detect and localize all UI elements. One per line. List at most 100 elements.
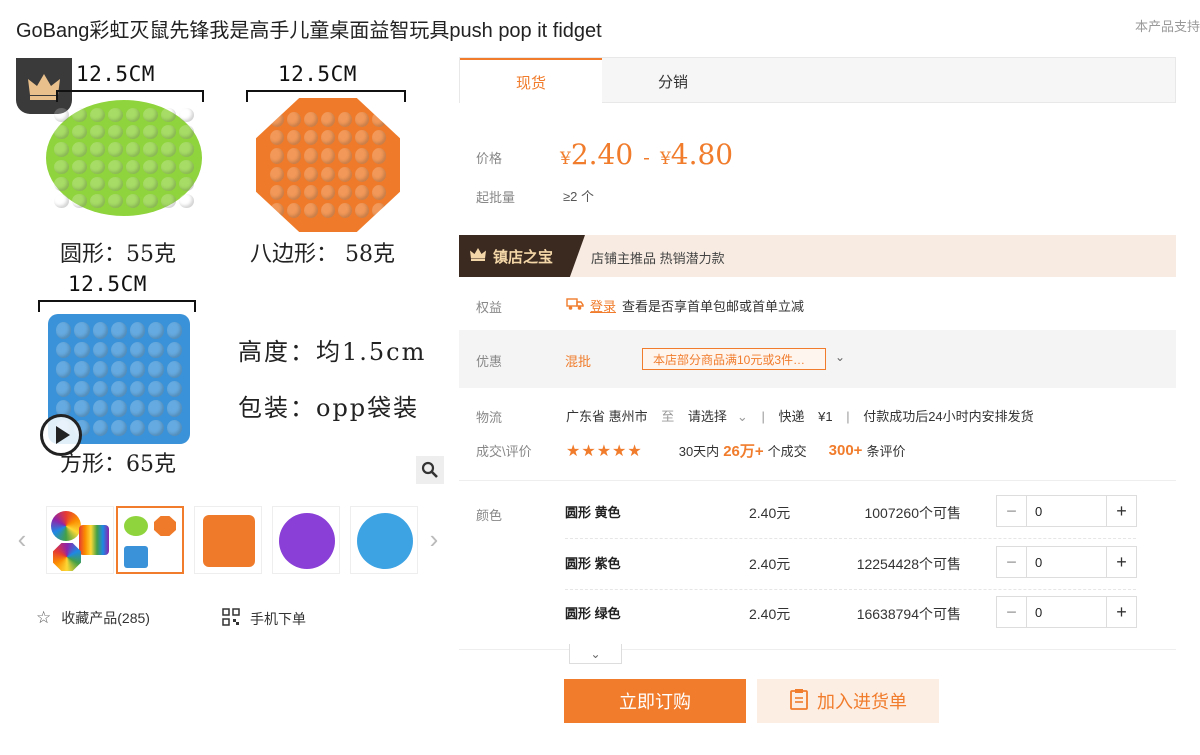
add-to-cart-button[interactable]: 加入进货单 (757, 679, 939, 723)
minus-icon[interactable]: − (997, 496, 1027, 526)
logistics-row: 广东省 惠州市 至 请选择 ⌄ | 快递 ¥1 | 付款成功后24小时内安排发货 (566, 409, 1034, 424)
sku-row: 圆形 绿色 2.40元 16638794个可售 − 0 + (459, 596, 1176, 654)
mobile-order-label: 手机下单 (250, 610, 306, 627)
minus-icon[interactable]: − (997, 547, 1027, 577)
quantity-stepper: − 0 + (996, 596, 1137, 628)
price-label: 价格 (476, 151, 503, 166)
deals-row: ★★★★★ 30天内 26万+ 个成交 300+ 条评价 (566, 440, 905, 461)
main-product-image[interactable]: 12.5CM 12.5CM 圆形：55克 八边形： 58克 12.5CM 高度：… (16, 58, 442, 486)
plus-icon[interactable]: + (1106, 547, 1136, 577)
login-link[interactable]: 登录 (590, 296, 616, 315)
moq-label: 起批量 (476, 190, 516, 205)
chevron-right-icon[interactable]: › (424, 524, 444, 554)
quantity-input[interactable]: 0 (1027, 496, 1106, 526)
benefit-label: 权益 (476, 300, 503, 315)
sku-price: 2.40元 (749, 606, 791, 622)
chevron-left-icon[interactable]: ‹ (12, 524, 32, 554)
round-weight-label: 圆形：55克 (60, 242, 176, 267)
ship-method: 快递 (778, 409, 805, 424)
star-outline-icon: ☆ (36, 608, 52, 627)
divider (459, 480, 1176, 481)
deals-label: 成交\评价 (476, 444, 532, 459)
sku-stock: 12254428个可售 (856, 556, 961, 572)
thumbnail-selected[interactable] (116, 506, 184, 574)
promo-row: 优惠 混批 本店部分商品满10元或3件… ⌄ (459, 330, 1176, 388)
review-suffix: 条评价 (866, 444, 906, 459)
chevron-down-icon[interactable]: ⌄ (737, 409, 748, 424)
clipboard-icon (789, 688, 809, 715)
thumbnail-strip: ‹ › (12, 506, 448, 576)
currency-symbol: ¥ (560, 149, 571, 169)
delivery-truck-icon (566, 297, 584, 314)
zoom-icon[interactable] (416, 456, 444, 484)
dimension-label: 12.5CM (68, 272, 147, 296)
sku-price: 2.40元 (749, 556, 791, 572)
promo-tag[interactable]: 本店部分商品满10元或3件… (642, 348, 826, 370)
deal-count-suffix: 个成交 (767, 444, 807, 459)
qr-code-icon (222, 608, 240, 629)
ship-note: 付款成功后24小时内安排发货 (863, 409, 1034, 424)
sku-stock: 1007260个可售 (864, 505, 961, 521)
height-label: 高度：均1.5cm (238, 338, 427, 366)
crown-icon (469, 246, 487, 266)
play-video-button[interactable] (40, 414, 82, 456)
quantity-stepper: − 0 + (996, 546, 1137, 578)
dimension-label: 12.5CM (278, 62, 357, 86)
treasure-badge-label: 镇店之宝 (493, 248, 554, 266)
square-weight-label: 方形：65克 (60, 452, 176, 477)
tab-distribution[interactable]: 分销 (602, 58, 744, 104)
plus-icon[interactable]: + (1106, 597, 1136, 627)
store-treasure-banner: 镇店之宝 店铺主推品 热销潜力款 (459, 235, 1176, 277)
review-count[interactable]: 300+ (829, 442, 863, 459)
thumbnail[interactable] (350, 506, 418, 574)
chevron-down-icon[interactable]: ⌄ (835, 350, 845, 364)
ship-fee: ¥1 (818, 409, 833, 424)
favorite-button[interactable]: ☆ 收藏产品(285) (36, 608, 150, 628)
destination-select[interactable]: 请选择 (688, 409, 727, 424)
octagon-weight-label: 八边形： 58克 (250, 242, 395, 267)
divider (565, 538, 1136, 539)
origin: 广东省 惠州市 (566, 409, 648, 424)
rating-stars-icon: ★★★★★ (566, 442, 643, 460)
expand-sku-button[interactable]: ⌄ (569, 644, 622, 664)
quantity-input[interactable]: 0 (1027, 597, 1106, 627)
round-toy-image (46, 100, 202, 216)
tab-spot[interactable]: 现货 (460, 58, 602, 104)
benefit-text: 查看是否享首单包邮或首单立减 (622, 299, 805, 314)
add-to-cart-label: 加入进货单 (817, 692, 907, 712)
dimension-line (38, 300, 196, 312)
sku-price: 2.40元 (749, 505, 791, 521)
deal-count: 26万+ (723, 443, 764, 460)
mobile-order-button[interactable]: 手机下单 (222, 608, 306, 629)
package-label: 包装：opp袋装 (238, 394, 420, 422)
divider (565, 589, 1136, 590)
price-high: 4.80 (670, 138, 734, 171)
benefit-row: 登录 查看是否享首单包邮或首单立减 (566, 296, 804, 315)
divider (459, 649, 1176, 650)
plus-icon[interactable]: + (1106, 496, 1136, 526)
price-separator: - (643, 145, 650, 169)
product-title: GoBang彩虹灭鼠先锋我是高手儿童桌面益智玩具push pop it fidg… (16, 20, 602, 42)
minus-icon[interactable]: − (997, 597, 1027, 627)
tab-bar: 现货 分销 (459, 57, 1176, 104)
thumbnail[interactable] (46, 506, 114, 574)
octagon-toy-image (256, 98, 400, 232)
sku-stock: 16638794个可售 (856, 606, 961, 622)
sku-name: 圆形 绿色 (565, 606, 621, 621)
thumbnail[interactable] (272, 506, 340, 574)
price-range: ¥2.40- ¥4.80 (560, 138, 733, 171)
deals-prefix: 30天内 (678, 444, 720, 459)
quantity-stepper: − 0 + (996, 495, 1137, 527)
promo-mix: 混批 (565, 354, 592, 369)
dimension-label: 12.5CM (76, 62, 155, 86)
treasure-badge: 镇店之宝 (459, 235, 585, 277)
promo-label: 优惠 (476, 354, 503, 369)
thumbnail[interactable] (194, 506, 262, 574)
buy-now-button[interactable]: 立即订购 (564, 679, 746, 723)
moq-value: ≥2 个 (563, 189, 594, 204)
treasure-text: 店铺主推品 热销潜力款 (591, 251, 725, 266)
sku-name: 圆形 紫色 (565, 556, 621, 571)
support-link[interactable]: 本产品支持 (1135, 16, 1200, 35)
currency-symbol: ¥ (659, 149, 671, 169)
quantity-input[interactable]: 0 (1027, 547, 1106, 577)
